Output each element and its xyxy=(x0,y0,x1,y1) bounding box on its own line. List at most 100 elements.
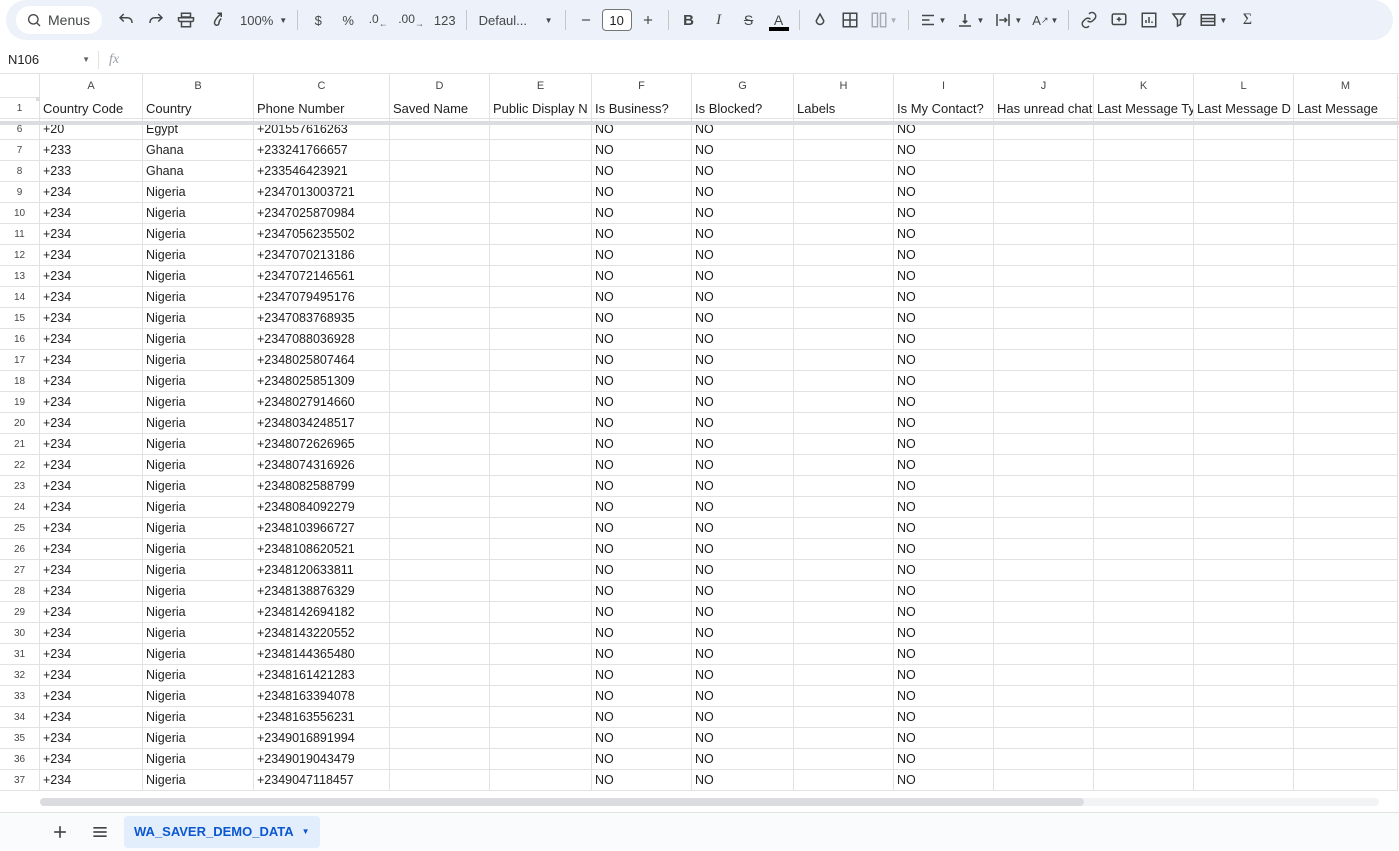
cell[interactable] xyxy=(1094,350,1194,371)
row-header[interactable]: 14 xyxy=(0,287,40,308)
spreadsheet-grid[interactable]: ABCDEFGHIJKLM 16789101112131415161718192… xyxy=(0,74,1399,812)
cell[interactable] xyxy=(390,665,490,686)
cell[interactable] xyxy=(1294,329,1398,350)
cell[interactable]: +2347056235502 xyxy=(254,224,390,245)
cell[interactable] xyxy=(390,686,490,707)
cell[interactable] xyxy=(1094,602,1194,623)
cell[interactable]: NO xyxy=(592,161,692,182)
cell[interactable]: Nigeria xyxy=(143,224,254,245)
cell[interactable]: +2348084092279 xyxy=(254,497,390,518)
cell[interactable] xyxy=(994,644,1094,665)
cell[interactable]: Nigeria xyxy=(143,539,254,560)
cell[interactable] xyxy=(1294,644,1398,665)
row-header[interactable]: 11 xyxy=(0,224,40,245)
cell[interactable]: Nigeria xyxy=(143,413,254,434)
cell[interactable] xyxy=(390,707,490,728)
decrease-decimal-button[interactable]: .0← xyxy=(364,6,392,34)
table-view-button[interactable]: ▼ xyxy=(1195,6,1231,34)
cell[interactable] xyxy=(1094,644,1194,665)
cell[interactable] xyxy=(1194,644,1294,665)
cell[interactable]: +2348161421283 xyxy=(254,665,390,686)
cell[interactable]: Nigeria xyxy=(143,203,254,224)
cell[interactable] xyxy=(490,287,592,308)
cell[interactable]: +234 xyxy=(40,203,143,224)
cell[interactable] xyxy=(1094,455,1194,476)
row-header[interactable]: 1 xyxy=(0,98,40,119)
cell[interactable] xyxy=(794,644,894,665)
paint-format-button[interactable] xyxy=(202,6,230,34)
zoom-dropdown[interactable]: 100%▼ xyxy=(232,6,291,34)
cell[interactable] xyxy=(994,623,1094,644)
cell[interactable] xyxy=(994,266,1094,287)
cell[interactable] xyxy=(490,644,592,665)
cell[interactable]: NO xyxy=(692,371,794,392)
cell[interactable]: +234 xyxy=(40,182,143,203)
cell[interactable] xyxy=(1194,602,1294,623)
cell[interactable] xyxy=(1094,266,1194,287)
cell[interactable] xyxy=(794,329,894,350)
cell[interactable]: NO xyxy=(592,707,692,728)
cell[interactable] xyxy=(1294,350,1398,371)
cell[interactable] xyxy=(794,602,894,623)
row-header[interactable]: 12 xyxy=(0,245,40,266)
cell[interactable] xyxy=(794,371,894,392)
cell[interactable] xyxy=(794,266,894,287)
cell[interactable] xyxy=(1094,707,1194,728)
cell[interactable]: NO xyxy=(692,602,794,623)
column-header-H[interactable]: H xyxy=(794,74,894,98)
cell[interactable] xyxy=(490,602,592,623)
row-header[interactable]: 21 xyxy=(0,434,40,455)
row-header[interactable]: 22 xyxy=(0,455,40,476)
cell[interactable] xyxy=(1094,623,1194,644)
cell[interactable] xyxy=(1194,707,1294,728)
cell[interactable]: +234 xyxy=(40,602,143,623)
cell[interactable] xyxy=(390,245,490,266)
cell[interactable] xyxy=(1094,308,1194,329)
menus-search[interactable]: Menus xyxy=(16,6,102,34)
cell[interactable]: NO xyxy=(592,224,692,245)
cell[interactable] xyxy=(994,539,1094,560)
wrap-button[interactable]: ▼ xyxy=(990,6,1026,34)
cell[interactable]: Country xyxy=(143,98,254,119)
functions-button[interactable]: Σ xyxy=(1233,6,1261,34)
cell[interactable]: NO xyxy=(592,623,692,644)
cell[interactable] xyxy=(490,476,592,497)
cell[interactable] xyxy=(1194,770,1294,791)
cell[interactable]: NO xyxy=(692,182,794,203)
cell[interactable]: NO xyxy=(894,413,994,434)
cell[interactable]: Nigeria xyxy=(143,287,254,308)
cell[interactable] xyxy=(390,581,490,602)
cell[interactable]: NO xyxy=(692,581,794,602)
row-header[interactable]: 24 xyxy=(0,497,40,518)
cell[interactable]: NO xyxy=(692,329,794,350)
cell[interactable]: NO xyxy=(592,728,692,749)
cell[interactable]: Nigeria xyxy=(143,728,254,749)
cell[interactable] xyxy=(994,434,1094,455)
cell[interactable] xyxy=(1194,266,1294,287)
cell[interactable] xyxy=(994,728,1094,749)
cell[interactable] xyxy=(1294,665,1398,686)
cell[interactable] xyxy=(490,350,592,371)
cell[interactable]: NO xyxy=(894,518,994,539)
cell[interactable]: NO xyxy=(692,707,794,728)
cell[interactable] xyxy=(1294,581,1398,602)
cell[interactable] xyxy=(390,350,490,371)
cell[interactable] xyxy=(794,182,894,203)
column-header-L[interactable]: L xyxy=(1194,74,1294,98)
cell[interactable]: +234 xyxy=(40,707,143,728)
increase-font-button[interactable] xyxy=(634,6,662,34)
cell[interactable]: NO xyxy=(894,728,994,749)
cell[interactable] xyxy=(490,581,592,602)
cell[interactable] xyxy=(1294,140,1398,161)
cell[interactable]: +234 xyxy=(40,371,143,392)
cell[interactable]: +234 xyxy=(40,749,143,770)
cell[interactable] xyxy=(390,644,490,665)
cell[interactable]: NO xyxy=(592,644,692,665)
cell[interactable] xyxy=(1294,224,1398,245)
cell[interactable] xyxy=(1194,161,1294,182)
cell[interactable]: +234 xyxy=(40,623,143,644)
cell[interactable] xyxy=(1294,308,1398,329)
cell[interactable] xyxy=(1294,560,1398,581)
cell[interactable]: NO xyxy=(592,203,692,224)
cell[interactable]: +2348138876329 xyxy=(254,581,390,602)
